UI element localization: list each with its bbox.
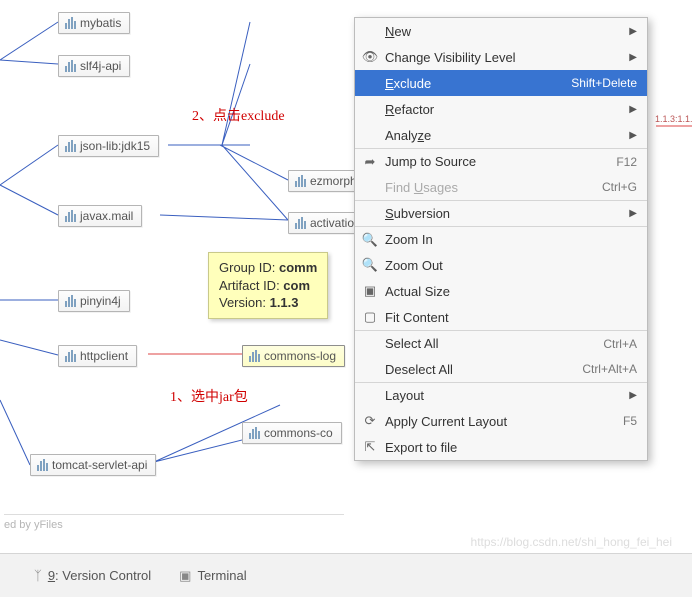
menu-layout[interactable]: Layout▶: [355, 382, 647, 408]
branch-icon: ᛉ: [34, 568, 42, 583]
node-httpclient[interactable]: httpclient: [58, 345, 137, 367]
menu-analyze[interactable]: Analyze▶: [355, 122, 647, 148]
menu-zoom-in[interactable]: 🔍Zoom In: [355, 226, 647, 252]
context-menu: New▶ 👁Change Visibility Level▶ ExcludeSh…: [354, 17, 648, 461]
toolbar-terminal[interactable]: ▣Terminal: [179, 568, 246, 584]
annotation-2: 2、点击exclude: [192, 105, 285, 125]
apply-layout-icon: ⟳: [361, 412, 379, 430]
jump-icon: ➦: [361, 153, 379, 171]
yfiles-credit: ed by yFiles: [4, 514, 344, 531]
menu-select-all[interactable]: Select AllCtrl+A: [355, 330, 647, 356]
menu-exclude[interactable]: ExcludeShift+Delete: [355, 70, 647, 96]
menu-fit-content[interactable]: ▢Fit Content: [355, 304, 647, 330]
node-mybatis[interactable]: mybatis: [58, 12, 130, 34]
menu-jump-to-source[interactable]: ➦Jump to SourceF12: [355, 148, 647, 174]
node-slf4j[interactable]: slf4j-api: [58, 55, 130, 77]
actual-size-icon: ▣: [361, 282, 379, 300]
terminal-icon: ▣: [179, 568, 191, 584]
edge-label: 1.1.3:1.1.1: [655, 114, 692, 124]
node-javaxmail[interactable]: javax.mail: [58, 205, 142, 227]
menu-find-usages: Find UsagesCtrl+G: [355, 174, 647, 200]
menu-change-visibility[interactable]: 👁Change Visibility Level▶: [355, 44, 647, 70]
watermark: https://blog.csdn.net/shi_hong_fei_hei: [471, 535, 672, 549]
node-tooltip: Group ID: comm Artifact ID: com Version:…: [208, 252, 328, 319]
zoom-in-icon: 🔍: [361, 231, 379, 249]
node-commonsco[interactable]: commons-co: [242, 422, 342, 444]
node-commonslog[interactable]: commons-log: [242, 345, 345, 367]
zoom-out-icon: 🔍: [361, 256, 379, 274]
menu-apply-layout[interactable]: ⟳Apply Current LayoutF5: [355, 408, 647, 434]
node-tomcat[interactable]: tomcat-servlet-api: [30, 454, 156, 476]
menu-subversion[interactable]: Subversion▶: [355, 200, 647, 226]
eye-icon: 👁: [361, 48, 379, 66]
annotation-1: 1、选中jar包: [170, 386, 248, 406]
menu-deselect-all[interactable]: Deselect AllCtrl+Alt+A: [355, 356, 647, 382]
bottom-toolbar: ᛉ9: Version Control ▣Terminal: [0, 553, 692, 597]
menu-actual-size[interactable]: ▣Actual Size: [355, 278, 647, 304]
menu-zoom-out[interactable]: 🔍Zoom Out: [355, 252, 647, 278]
export-icon: ⇱: [361, 438, 379, 456]
menu-new[interactable]: New▶: [355, 18, 647, 44]
node-pinyin4j[interactable]: pinyin4j: [58, 290, 130, 312]
node-jsonlib[interactable]: json-lib:jdk15: [58, 135, 159, 157]
menu-export[interactable]: ⇱Export to file: [355, 434, 647, 460]
menu-refactor[interactable]: Refactor▶: [355, 96, 647, 122]
toolbar-version-control[interactable]: ᛉ9: Version Control: [34, 568, 151, 583]
fit-icon: ▢: [361, 308, 379, 326]
